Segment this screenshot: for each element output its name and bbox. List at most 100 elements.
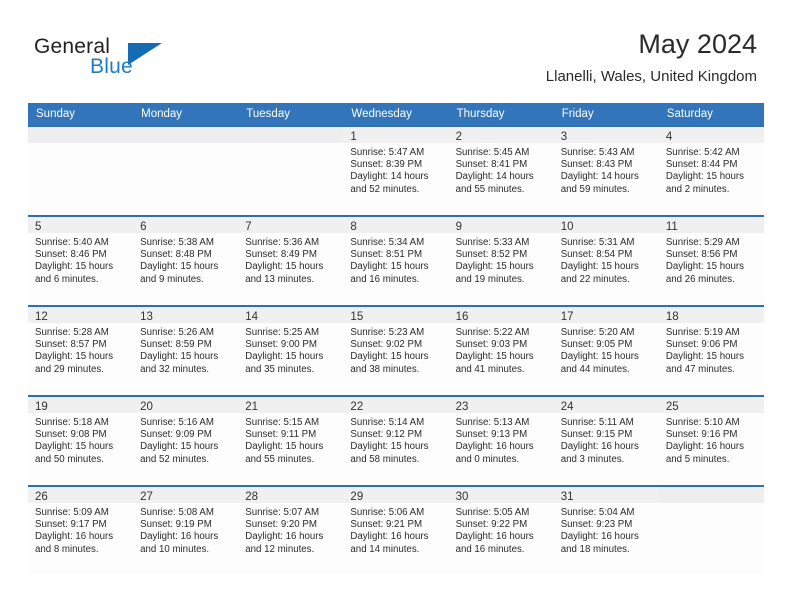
sunrise-text: Sunrise: 5:09 AM [35, 507, 109, 518]
daylight-text-line2: and 55 minutes. [455, 183, 525, 195]
sunrise-text: Sunrise: 5:43 AM [560, 147, 635, 158]
daylight-text-line2: and 9 minutes. [140, 273, 204, 285]
sunrise-text: Sunrise: 5:18 AM [35, 417, 109, 428]
day-number-band: 31 [553, 487, 659, 503]
day-cell[interactable]: 27 Sunrise: 5:08 AM Sunset: 9:19 PM Dayl… [133, 485, 239, 575]
day-number: 24 [560, 401, 574, 413]
page-header: General Blue May 2024 Llanelli, Wales, U… [0, 0, 792, 100]
daylight-text-line1: Daylight: 15 hours [35, 351, 114, 363]
daylight-text-line1: Daylight: 15 hours [140, 441, 219, 453]
day-number: 7 [245, 221, 252, 233]
sunrise-text: Sunrise: 5:38 AM [140, 237, 214, 248]
day-number-band: 9 [448, 217, 554, 233]
day-number: 1 [350, 131, 357, 143]
blue-triangle-icon [128, 43, 162, 65]
day-number-band [658, 487, 764, 503]
sunset-text: Sunset: 9:23 PM [560, 519, 633, 531]
day-cell[interactable]: 28 Sunrise: 5:07 AM Sunset: 9:20 PM Dayl… [238, 485, 344, 575]
daylight-text-line2: and 41 minutes. [455, 363, 525, 375]
weekday-header-wednesday: Wednesday [351, 108, 412, 120]
sunset-text: Sunset: 8:52 PM [455, 249, 528, 261]
day-cell[interactable]: 24 Sunrise: 5:11 AM Sunset: 9:15 PM Dayl… [553, 395, 659, 485]
day-cell[interactable]: 22 Sunrise: 5:14 AM Sunset: 9:12 PM Dayl… [343, 395, 449, 485]
daylight-text-line2: and 29 minutes. [35, 363, 104, 375]
day-number: 14 [245, 311, 259, 323]
general-blue-logo[interactable]: General Blue [34, 35, 254, 85]
sunrise-text: Sunrise: 5:28 AM [35, 327, 109, 338]
sunrise-text: Sunrise: 5:20 AM [560, 327, 635, 338]
day-cell[interactable]: 21 Sunrise: 5:15 AM Sunset: 9:11 PM Dayl… [238, 395, 344, 485]
sunrise-text: Sunrise: 5:23 AM [350, 327, 425, 338]
day-cell[interactable]: 25 Sunrise: 5:10 AM Sunset: 9:16 PM Dayl… [658, 395, 764, 485]
sunrise-text: Sunrise: 5:33 AM [455, 237, 530, 248]
daylight-text-line1: Daylight: 15 hours [140, 351, 219, 363]
sunset-text: Sunset: 9:08 PM [35, 429, 107, 441]
calendar-page: General Blue May 2024 Llanelli, Wales, U… [0, 0, 792, 612]
day-cell[interactable] [28, 125, 134, 215]
day-cell[interactable]: 15 Sunrise: 5:23 AM Sunset: 9:02 PM Dayl… [343, 305, 449, 395]
day-number-band: 28 [238, 487, 344, 503]
day-details: Sunrise: 5:20 AM Sunset: 9:05 PM Dayligh… [554, 323, 659, 376]
day-cell[interactable]: 13 Sunrise: 5:26 AM Sunset: 8:59 PM Dayl… [133, 305, 239, 395]
daylight-text-line2: and 16 minutes. [350, 273, 420, 285]
day-cell[interactable]: 16 Sunrise: 5:22 AM Sunset: 9:03 PM Dayl… [448, 305, 554, 395]
day-number-band: 16 [448, 307, 554, 323]
day-cell[interactable]: 7 Sunrise: 5:36 AM Sunset: 8:49 PM Dayli… [238, 215, 344, 305]
daylight-text-line1: Daylight: 16 hours [350, 531, 429, 543]
sunrise-text: Sunrise: 5:07 AM [245, 507, 320, 518]
day-cell[interactable]: 2 Sunrise: 5:45 AM Sunset: 8:41 PM Dayli… [448, 125, 554, 215]
sunset-text: Sunset: 8:48 PM [140, 249, 212, 261]
day-number: 8 [350, 221, 357, 233]
day-cell[interactable]: 8 Sunrise: 5:34 AM Sunset: 8:51 PM Dayli… [343, 215, 449, 305]
day-cell[interactable]: 20 Sunrise: 5:16 AM Sunset: 9:09 PM Dayl… [133, 395, 239, 485]
daylight-text-line2: and 47 minutes. [665, 363, 735, 375]
day-number-band: 10 [553, 217, 659, 233]
day-cell[interactable]: 29 Sunrise: 5:06 AM Sunset: 9:21 PM Dayl… [343, 485, 449, 575]
day-number-band: 25 [658, 397, 764, 413]
sunrise-text: Sunrise: 5:14 AM [350, 417, 425, 428]
day-cell[interactable]: 9 Sunrise: 5:33 AM Sunset: 8:52 PM Dayli… [448, 215, 554, 305]
day-number-band: 17 [553, 307, 659, 323]
day-number-band: 4 [658, 127, 764, 143]
day-cell[interactable] [238, 125, 344, 215]
day-cell[interactable]: 23 Sunrise: 5:13 AM Sunset: 9:13 PM Dayl… [448, 395, 554, 485]
daylight-text-line1: Daylight: 16 hours [455, 531, 534, 543]
day-cell[interactable]: 17 Sunrise: 5:20 AM Sunset: 9:05 PM Dayl… [553, 305, 659, 395]
day-cell[interactable]: 4 Sunrise: 5:42 AM Sunset: 8:44 PM Dayli… [658, 125, 764, 215]
day-cell[interactable]: 19 Sunrise: 5:18 AM Sunset: 9:08 PM Dayl… [28, 395, 134, 485]
day-cell[interactable]: 6 Sunrise: 5:38 AM Sunset: 8:48 PM Dayli… [133, 215, 239, 305]
day-cell[interactable] [133, 125, 239, 215]
sunset-text: Sunset: 9:19 PM [140, 519, 212, 531]
sunrise-text: Sunrise: 5:19 AM [665, 327, 740, 338]
day-number-band: 6 [133, 217, 239, 233]
day-cell[interactable] [658, 485, 764, 575]
daylight-text-line1: Daylight: 16 hours [665, 441, 744, 453]
day-number-band: 23 [448, 397, 554, 413]
day-cell[interactable]: 12 Sunrise: 5:28 AM Sunset: 8:57 PM Dayl… [28, 305, 134, 395]
daylight-text-line1: Daylight: 16 hours [35, 531, 114, 543]
weekday-header-tuesday: Tuesday [246, 108, 290, 120]
day-number: 21 [245, 401, 259, 413]
day-number-band: 30 [448, 487, 554, 503]
day-cell[interactable]: 5 Sunrise: 5:40 AM Sunset: 8:46 PM Dayli… [28, 215, 134, 305]
daylight-text-line1: Daylight: 16 hours [140, 531, 219, 543]
day-cell[interactable]: 1 Sunrise: 5:47 AM Sunset: 8:39 PM Dayli… [343, 125, 449, 215]
day-cell[interactable]: 26 Sunrise: 5:09 AM Sunset: 9:17 PM Dayl… [28, 485, 134, 575]
daylight-text-line2: and 16 minutes. [455, 543, 525, 555]
daylight-text-line2: and 44 minutes. [560, 363, 630, 375]
day-details: Sunrise: 5:36 AM Sunset: 8:49 PM Dayligh… [238, 233, 343, 286]
daylight-text-line2: and 5 minutes. [665, 453, 730, 465]
daylight-text-line1: Daylight: 15 hours [35, 261, 114, 273]
day-cell[interactable]: 31 Sunrise: 5:04 AM Sunset: 9:23 PM Dayl… [553, 485, 659, 575]
day-cell[interactable]: 14 Sunrise: 5:25 AM Sunset: 9:00 PM Dayl… [238, 305, 344, 395]
day-cell[interactable]: 18 Sunrise: 5:19 AM Sunset: 9:06 PM Dayl… [658, 305, 764, 395]
day-cell[interactable]: 10 Sunrise: 5:31 AM Sunset: 8:54 PM Dayl… [553, 215, 659, 305]
day-cell[interactable]: 11 Sunrise: 5:29 AM Sunset: 8:56 PM Dayl… [658, 215, 764, 305]
daylight-text-line2: and 32 minutes. [140, 363, 210, 375]
sunrise-text: Sunrise: 5:06 AM [350, 507, 425, 518]
day-cell[interactable]: 30 Sunrise: 5:05 AM Sunset: 9:22 PM Dayl… [448, 485, 554, 575]
day-details: Sunrise: 5:43 AM Sunset: 8:43 PM Dayligh… [554, 143, 659, 196]
sunset-text: Sunset: 8:54 PM [560, 249, 633, 261]
day-number: 13 [140, 311, 153, 323]
day-cell[interactable]: 3 Sunrise: 5:43 AM Sunset: 8:43 PM Dayli… [553, 125, 659, 215]
